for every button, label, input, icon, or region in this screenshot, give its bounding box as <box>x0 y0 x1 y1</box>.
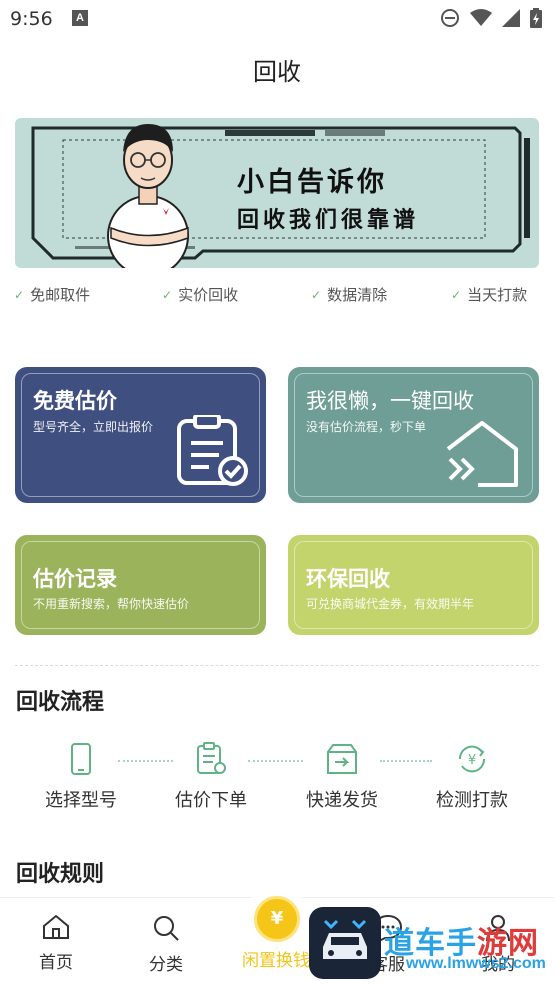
nav-label: 闲置换钱 <box>242 951 310 971</box>
battery-icon <box>530 8 542 28</box>
clipboard-icon <box>197 742 226 774</box>
watermark-app-icon <box>309 907 381 979</box>
nav-item-category[interactable]: 分类 <box>126 914 206 975</box>
card-subtitle: 没有估价流程，秒下单 <box>306 420 427 434</box>
home-icon <box>43 914 69 939</box>
feature-label: 数据清除 <box>327 286 388 304</box>
feature-item: ✓ 当天打款 <box>451 284 527 305</box>
banner-tagline: 回收我们很靠谱 <box>237 208 420 233</box>
card-subtitle: 不用重新搜索，帮你快速估价 <box>33 597 190 611</box>
card-subtitle: 可兑换商城代金券，有效期半年 <box>306 597 475 611</box>
nav-item-sell-idle[interactable]: 闲置换钱 <box>236 946 316 971</box>
card-title: 环保回收 <box>306 567 390 591</box>
status-bar: 9:56 A <box>0 0 554 38</box>
card-title: 估价记录 <box>33 567 117 591</box>
search-icon <box>154 916 179 941</box>
feature-label: 免邮取件 <box>30 286 91 304</box>
process-step: 估价下单 <box>161 742 261 812</box>
watermark-url: www.lmwws2.com <box>406 955 546 972</box>
process-step: ¥ 检测打款 <box>422 742 522 812</box>
yen-refresh-icon: ¥ <box>458 745 486 773</box>
notification-a-icon: A <box>72 10 88 26</box>
status-time: 9:56 <box>10 8 53 30</box>
feature-label: 实价回收 <box>178 286 239 304</box>
promo-banner[interactable]: 小白告诉你 回收我们很靠谱 <box>15 118 539 268</box>
free-estimate-card[interactable]: 免费估价 型号齐全，立即出报价 <box>15 367 266 503</box>
process-step: 选择型号 <box>31 742 131 812</box>
check-icon: ✓ <box>162 287 173 302</box>
feature-item: ✓ 实价回收 <box>162 284 238 305</box>
process-section-title: 回收流程 <box>16 690 105 715</box>
delivery-box-icon <box>327 744 357 774</box>
one-click-recycle-card[interactable]: 我很懒，一键回收 没有估价流程，秒下单 <box>288 367 539 503</box>
card-title: 免费估价 <box>33 389 117 413</box>
status-icons <box>440 8 542 28</box>
rules-section-title: 回收规则 <box>16 862 105 887</box>
feature-item: ✓ 免邮取件 <box>14 284 90 305</box>
car-icon <box>323 919 367 959</box>
clipboard-check-icon <box>177 415 248 486</box>
coin-icon[interactable]: ¥ <box>254 896 300 942</box>
check-icon: ✓ <box>14 287 25 302</box>
card-title: 我很懒，一键回收 <box>306 389 474 413</box>
house-arrow-icon <box>446 421 518 487</box>
step-label: 快递发货 <box>306 790 378 811</box>
section-divider <box>15 665 539 666</box>
banner-headline: 小白告诉你 <box>237 167 387 198</box>
feature-item: ✓ 数据清除 <box>311 284 387 305</box>
check-icon: ✓ <box>451 287 462 302</box>
step-label: 估价下单 <box>175 790 247 811</box>
cartoon-person-illustration <box>107 124 189 268</box>
eco-recycle-card[interactable]: 环保回收 可兑换商城代金券，有效期半年 <box>288 535 539 635</box>
check-icon: ✓ <box>311 287 322 302</box>
page-title: 回收 <box>253 58 301 86</box>
card-subtitle: 型号齐全，立即出报价 <box>33 420 154 434</box>
svg-text:¥: ¥ <box>468 753 476 768</box>
feature-list: ✓ 免邮取件 ✓ 实价回收 ✓ 数据清除 ✓ 当天打款 <box>0 284 554 306</box>
step-label: 选择型号 <box>45 790 117 811</box>
step-label: 检测打款 <box>436 790 508 811</box>
signal-icon <box>502 9 520 27</box>
estimate-history-card[interactable]: 估价记录 不用重新搜索，帮你快速估价 <box>15 535 266 635</box>
do-not-disturb-icon <box>441 9 459 27</box>
process-step: 快递发货 <box>292 742 392 812</box>
nav-label: 分类 <box>149 955 183 975</box>
wifi-icon <box>470 9 492 26</box>
phone-icon <box>71 743 91 775</box>
nav-label: 首页 <box>39 953 73 973</box>
nav-item-home[interactable]: 首页 <box>16 914 96 973</box>
feature-label: 当天打款 <box>467 286 528 304</box>
